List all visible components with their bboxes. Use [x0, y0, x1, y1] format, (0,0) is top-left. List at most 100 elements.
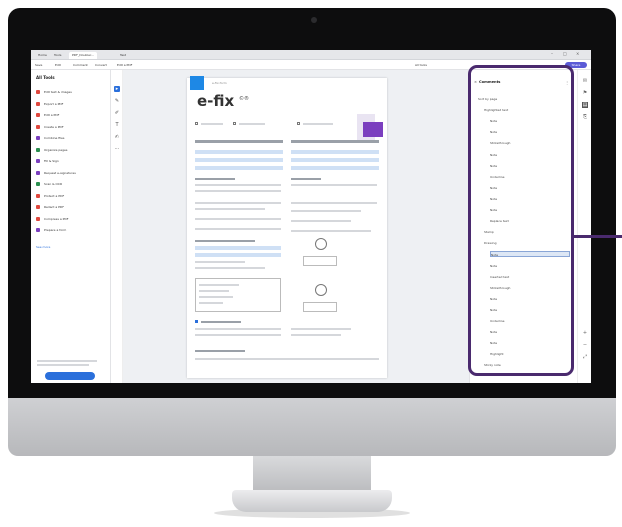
document-app-icon	[190, 76, 204, 90]
comments-panel-highlight	[468, 65, 574, 376]
close-icon[interactable]: ×	[576, 51, 579, 56]
tool-item-label: Scan & OCR	[44, 182, 63, 186]
tool-item-label: Edit text & images	[44, 90, 72, 94]
form-input-field[interactable]	[195, 166, 283, 170]
form-input-field[interactable]	[291, 158, 379, 162]
form-input-field[interactable]	[195, 158, 283, 162]
tool-item-label: Edit a PDF	[44, 113, 60, 117]
form-checkbox-checked[interactable]	[195, 320, 198, 323]
tool-item[interactable]: Protect a PDF	[36, 192, 64, 200]
tool-item-label: Redact a PDF	[44, 205, 64, 209]
tool-icon	[36, 205, 40, 209]
form-section-header	[195, 140, 283, 143]
tool-item[interactable]: Organize pages	[36, 146, 67, 154]
form-text-line	[195, 358, 379, 360]
tool-item[interactable]: Compress a PDF	[36, 215, 69, 223]
document-viewer: e-fix-form e-fix ©®	[123, 70, 469, 383]
document-header: e-fix-form	[212, 81, 227, 85]
document-logo: e-fix	[197, 92, 235, 110]
tool-item-label: Create a PDF	[44, 124, 64, 129]
form-input-field[interactable]	[291, 150, 379, 154]
form-text-line	[291, 184, 377, 186]
tool-item[interactable]: Create a PDF	[36, 123, 64, 131]
zoom-in-icon[interactable]: +	[582, 330, 588, 336]
see-more-link[interactable]: See more	[36, 245, 50, 249]
tool-item[interactable]: Scan & OCR	[36, 180, 62, 188]
form-label	[195, 240, 255, 242]
form-text-line	[291, 220, 351, 222]
tool-icon	[36, 136, 40, 140]
webcam-icon	[311, 17, 317, 23]
tool-item-label: Export a PDF	[44, 101, 64, 106]
form-text-line	[291, 202, 377, 204]
maximize-icon[interactable]: □	[563, 51, 567, 56]
tool-item[interactable]: Request e-signatures	[36, 169, 76, 177]
comments-toggle-icon[interactable]: ▤	[582, 102, 588, 108]
tool-icon	[36, 90, 40, 94]
comment-tool-icon[interactable]: ✎	[114, 98, 120, 104]
tool-item-label: Organize pages	[44, 147, 68, 152]
tool-item[interactable]: Redact a PDF	[36, 203, 64, 211]
tool-icon	[36, 170, 40, 175]
form-text-line	[291, 328, 351, 330]
menu-save[interactable]: Save	[35, 61, 42, 69]
tool-item[interactable]: Edit text & images	[36, 88, 72, 96]
minimize-icon[interactable]: –	[551, 51, 553, 56]
form-text-line	[199, 296, 233, 298]
form-label	[195, 350, 245, 352]
attachment-icon[interactable]: ⎘	[582, 114, 588, 120]
tool-item[interactable]: Combine files	[36, 134, 64, 142]
tool-icon	[36, 182, 40, 186]
tool-icon	[36, 147, 40, 152]
tools-panel-note	[37, 360, 103, 366]
menu-edit-a-pdf[interactable]: Edit a PDF	[117, 61, 132, 69]
tool-item[interactable]: Prepare a form	[36, 226, 66, 234]
pen-tool-icon[interactable]: ✐	[114, 110, 120, 116]
select-tool-icon[interactable]: ▸	[114, 86, 120, 92]
tool-item[interactable]: Edit a PDF	[36, 111, 59, 119]
form-input-field[interactable]	[195, 246, 281, 250]
tool-item-label: Fill & Sign	[44, 159, 59, 163]
tool-item[interactable]: Fill & Sign	[36, 157, 59, 165]
comment-icon[interactable]: ✉	[582, 78, 588, 84]
menu-convert[interactable]: Convert	[95, 61, 107, 69]
more-tools-icon[interactable]: ⋯	[114, 146, 120, 152]
tool-item-label: Prepare a form	[44, 228, 67, 232]
zoom-out-icon[interactable]: −	[582, 342, 588, 348]
tab-test[interactable]: Test	[117, 52, 129, 59]
form-input-field[interactable]	[291, 166, 379, 170]
tab-document[interactable]: PDF_Doubler...	[69, 52, 97, 59]
form-text-line	[195, 202, 281, 204]
tab-home[interactable]: Home	[35, 52, 50, 59]
all-tools-panel: All Tools Edit text & images Export a PDF…	[31, 70, 111, 383]
form-input-field[interactable]	[195, 150, 283, 154]
form-text-line	[195, 334, 281, 336]
right-tools-strip: ✉ ⚑ ▤ ⎘ + − ⤢	[577, 70, 591, 383]
tool-icon	[36, 193, 40, 198]
menu-all-tools[interactable]: All tools	[415, 61, 427, 69]
form-checkbox[interactable]	[297, 122, 300, 125]
text-tool-icon[interactable]: T	[114, 122, 120, 128]
tool-icon	[36, 101, 40, 106]
signature-tool-icon[interactable]: ✍	[114, 134, 120, 140]
form-section-header	[291, 140, 379, 143]
tools-panel-button[interactable]	[45, 372, 95, 380]
tool-icon	[36, 124, 40, 129]
monitor-scene: Home Tools PDF_Doubler... Test – □ × Sav…	[0, 0, 622, 527]
form-text-line	[199, 302, 223, 304]
form-checkbox[interactable]	[195, 122, 198, 125]
menu-edit[interactable]: Edit	[55, 61, 61, 69]
tools-panel-title: All Tools	[36, 75, 55, 80]
quick-tools-strip: ▸ ✎ ✐ T ✍ ⋯	[111, 70, 123, 383]
form-text-line	[199, 290, 229, 292]
tab-tools[interactable]: Tools	[51, 52, 64, 59]
monitor-stand-foot	[232, 490, 392, 512]
diagram-circle	[315, 284, 327, 296]
tool-item[interactable]: Export a PDF	[36, 100, 63, 108]
form-input-field[interactable]	[195, 253, 281, 257]
form-checkbox[interactable]	[233, 122, 236, 125]
fit-page-icon[interactable]: ⤢	[582, 354, 588, 360]
bookmark-icon[interactable]: ⚑	[582, 90, 588, 96]
form-text-line	[195, 267, 265, 269]
menu-comment[interactable]: Comment	[73, 61, 88, 69]
